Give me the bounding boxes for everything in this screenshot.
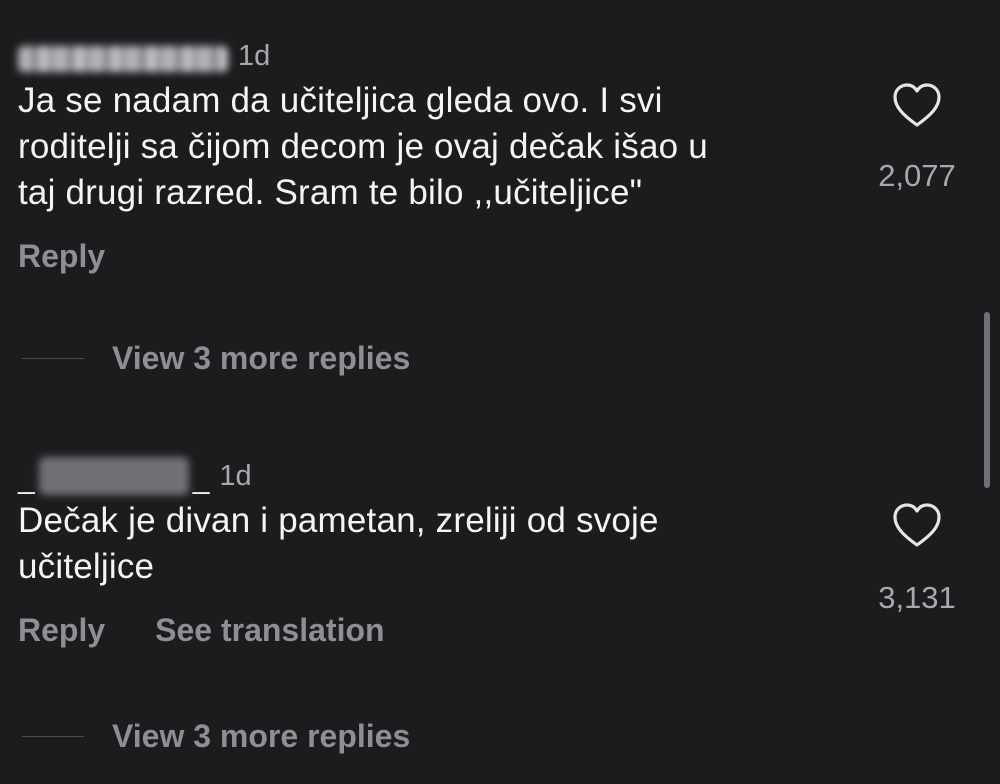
username-blurred[interactable] [18, 46, 228, 72]
comment-timestamp: 1d [238, 39, 271, 72]
comments-page: 1d Ja se nadam da učiteljica gleda ovo. … [0, 0, 1000, 784]
comment-text-line: Dečak je divan i pametan, zreliji od svo… [18, 501, 659, 540]
comment-meta: _ _ 1d [18, 454, 848, 498]
like-count: 3,131 [878, 580, 956, 615]
username-suffix: _ [192, 462, 210, 495]
comment-item: _ _ 1d Dečak je divan i pametan, zreliji… [18, 454, 848, 649]
comment-timestamp: 1d [219, 459, 252, 492]
replies-divider [22, 358, 84, 359]
see-translation-button[interactable]: See translation [155, 612, 384, 649]
username[interactable]: _ _ [18, 457, 209, 495]
comment-text-line: učiteljice [18, 547, 155, 586]
comment-text-line: roditelji sa čijom decom je ovaj dečak i… [18, 127, 708, 166]
view-replies-button[interactable]: View 3 more replies [112, 718, 410, 755]
like-count: 2,077 [878, 158, 956, 193]
replies-divider [22, 736, 84, 737]
comment-actions: Reply See translation [18, 612, 848, 649]
view-replies-row[interactable]: View 3 more replies [22, 340, 410, 377]
username-blurred [38, 457, 189, 495]
like-column: 2,077 [862, 82, 972, 194]
username-prefix: _ [18, 462, 35, 495]
reply-button[interactable]: Reply [18, 612, 105, 649]
heart-icon[interactable] [892, 502, 942, 548]
view-replies-button[interactable]: View 3 more replies [112, 340, 410, 377]
comment-text: Ja se nadam da učiteljica gleda ovo. I s… [18, 78, 848, 216]
comment-meta: 1d [18, 34, 848, 78]
comment-text-line: Ja se nadam da učiteljica gleda ovo. I s… [18, 81, 663, 120]
heart-icon[interactable] [892, 82, 942, 128]
comment-text: Dečak je divan i pametan, zreliji od svo… [18, 498, 848, 590]
comment-actions: Reply [18, 238, 848, 275]
scrollbar[interactable] [984, 312, 990, 488]
comment-text-line: taj drugi razred. Sram te bilo ,,učitelj… [18, 173, 643, 212]
like-column: 3,131 [862, 502, 972, 616]
reply-button[interactable]: Reply [18, 238, 105, 275]
comment-item: 1d Ja se nadam da učiteljica gleda ovo. … [18, 34, 848, 275]
view-replies-row[interactable]: View 3 more replies [22, 718, 410, 755]
